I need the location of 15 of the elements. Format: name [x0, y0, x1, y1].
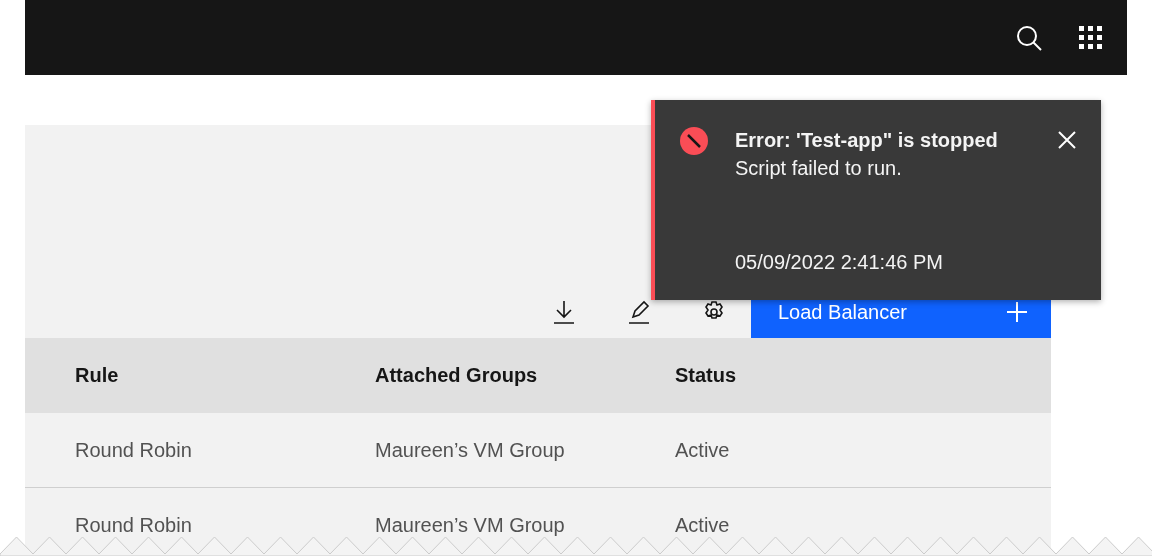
table-cell-text: Round Robin	[74, 437, 193, 463]
edit-icon	[627, 300, 650, 324]
notification-title: Error: 'Test-app" is stopped	[735, 128, 999, 153]
plus-icon	[1007, 302, 1027, 322]
column-header[interactable]: Attached Groups	[325, 338, 625, 413]
notification-subtitle: Script failed to run.	[735, 156, 903, 181]
table-cell-text: Active	[674, 437, 731, 463]
notification-timestamp: 05/09/2022 2:41:46 PM	[735, 250, 944, 275]
column-header[interactable]: Status	[625, 338, 1051, 413]
column-header[interactable]: Rule	[25, 338, 325, 413]
search-icon[interactable]	[1015, 23, 1043, 52]
error-icon	[679, 126, 709, 156]
table-cell-text: Maureen’s VM Group	[374, 437, 566, 463]
app-switcher-icon[interactable]	[1079, 25, 1103, 50]
download-icon	[552, 300, 575, 324]
